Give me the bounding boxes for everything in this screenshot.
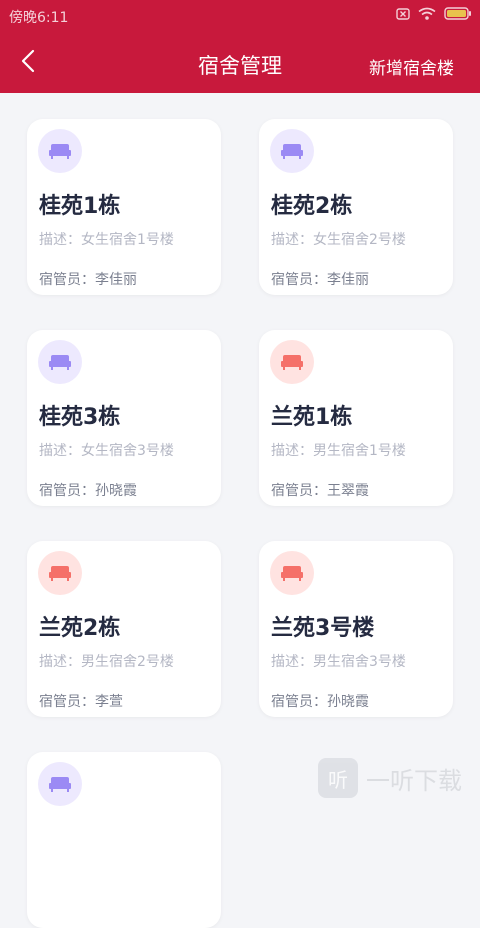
bed-icon xyxy=(49,144,71,159)
building-manager: 宿管员：孙晓霞 xyxy=(271,694,369,710)
building-description: 描述：男生宿舍3号楼 xyxy=(271,654,406,670)
app-header: 傍晚6:11 宿舍管理 新增宿舍楼 xyxy=(0,0,480,93)
bed-icon-badge xyxy=(38,551,82,595)
bed-icon xyxy=(281,566,303,581)
building-manager: 宿管员：李萱 xyxy=(39,694,123,710)
bed-icon-badge xyxy=(270,340,314,384)
building-card[interactable]: 桂苑2栋 描述：女生宿舍2号楼 宿管员：李佳丽 xyxy=(259,119,453,295)
building-manager: 宿管员：李佳丽 xyxy=(271,272,369,288)
bed-icon xyxy=(49,355,71,370)
watermark: 听 一听下载 xyxy=(318,756,480,800)
bed-icon-badge xyxy=(38,340,82,384)
building-manager: 宿管员：孙晓霞 xyxy=(39,483,137,499)
building-description: 描述：女生宿舍1号楼 xyxy=(39,232,174,248)
building-description: 描述：男生宿舍2号楼 xyxy=(39,654,174,670)
wifi-icon xyxy=(418,7,436,20)
building-card[interactable]: 兰苑1栋 描述：男生宿舍1号楼 宿管员：王翠霞 xyxy=(259,330,453,506)
building-description: 描述：男生宿舍1号楼 xyxy=(271,443,406,459)
building-manager: 宿管员：王翠霞 xyxy=(271,483,369,499)
building-card[interactable]: 兰苑3号楼 描述：男生宿舍3号楼 宿管员：孙晓霞 xyxy=(259,541,453,717)
bed-icon-badge xyxy=(38,129,82,173)
bed-icon xyxy=(281,355,303,370)
building-description: 描述：女生宿舍3号楼 xyxy=(39,443,174,459)
bed-icon xyxy=(49,566,71,581)
status-icons xyxy=(396,7,472,20)
building-manager: 宿管员：李佳丽 xyxy=(39,272,137,288)
bed-icon-badge xyxy=(38,762,82,806)
watermark-logo: 听 xyxy=(318,758,358,798)
sim-icon xyxy=(396,7,410,20)
bed-icon xyxy=(281,144,303,159)
building-name: 桂苑1栋 xyxy=(39,194,121,219)
building-card[interactable] xyxy=(27,752,221,928)
building-name: 桂苑2栋 xyxy=(271,194,353,219)
battery-icon xyxy=(444,7,471,20)
building-name: 兰苑3号楼 xyxy=(271,616,375,641)
building-name: 桂苑3栋 xyxy=(39,405,121,430)
building-description: 描述：女生宿舍2号楼 xyxy=(271,232,406,248)
add-building-button[interactable]: 新增宿舍楼 xyxy=(369,54,454,79)
building-card[interactable]: 兰苑2栋 描述：男生宿舍2号楼 宿管员：李萱 xyxy=(27,541,221,717)
status-time: 傍晚6:11 xyxy=(9,10,69,26)
bed-icon xyxy=(49,777,71,792)
building-grid: 桂苑1栋 描述：女生宿舍1号楼 宿管员：李佳丽 桂苑2栋 描述：女生宿舍2号楼 … xyxy=(0,93,480,928)
building-name: 兰苑1栋 xyxy=(271,405,353,430)
building-card[interactable]: 桂苑1栋 描述：女生宿舍1号楼 宿管员：李佳丽 xyxy=(27,119,221,295)
bed-icon-badge xyxy=(270,129,314,173)
status-bar: 傍晚6:11 xyxy=(0,0,480,32)
building-name: 兰苑2栋 xyxy=(39,616,121,641)
bed-icon-badge xyxy=(270,551,314,595)
watermark-text: 一听下载 xyxy=(366,766,462,795)
building-card[interactable]: 桂苑3栋 描述：女生宿舍3号楼 宿管员：孙晓霞 xyxy=(27,330,221,506)
